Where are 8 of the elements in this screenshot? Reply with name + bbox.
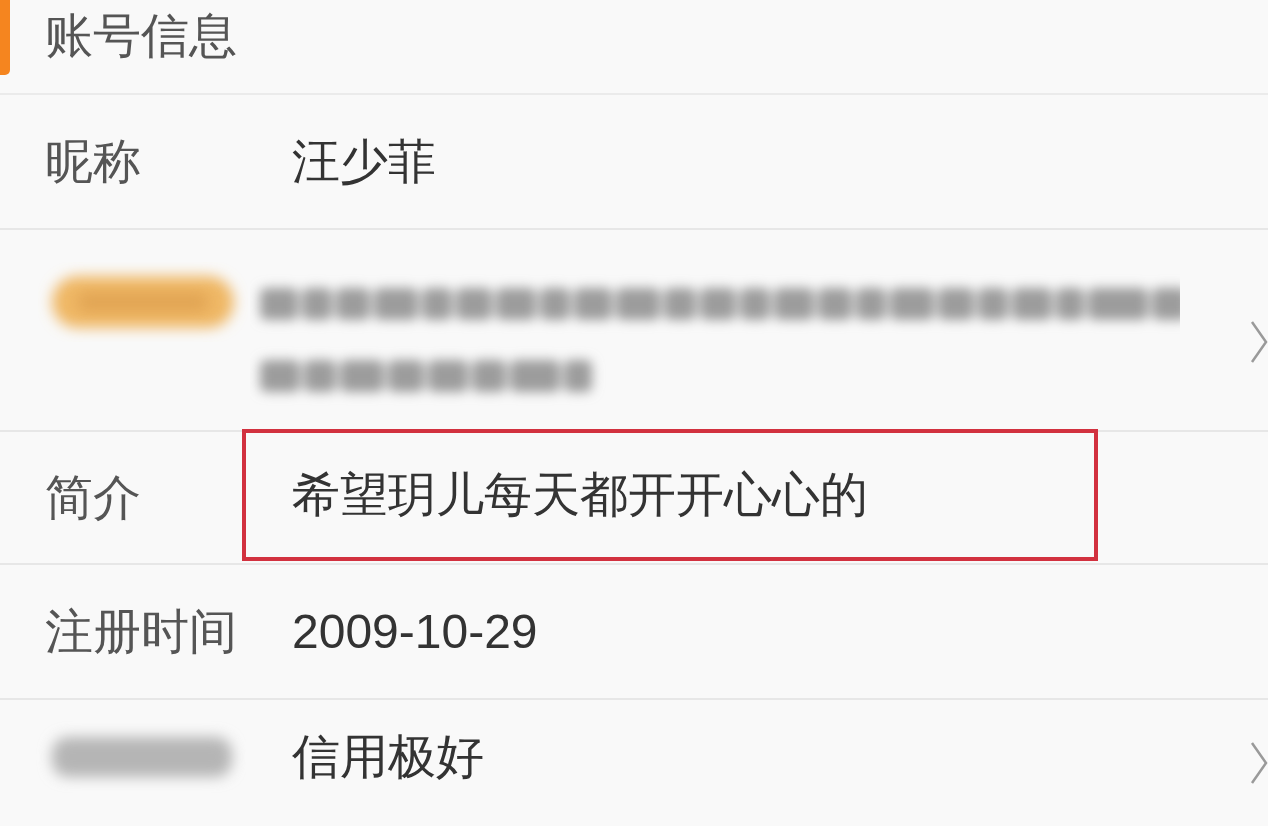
field-label: 简介 xyxy=(45,469,142,526)
section-title: 账号信息 xyxy=(45,8,237,64)
field-label: 昵称 xyxy=(45,133,142,190)
field-value: 信用极好 xyxy=(292,730,484,783)
field-value: 希望玥儿每天都开开心心的 xyxy=(292,467,868,521)
field-label: 注册时间 xyxy=(45,603,238,660)
field-value: 汪少菲 xyxy=(292,134,436,188)
field-value: 2009-10-29 xyxy=(292,605,538,658)
